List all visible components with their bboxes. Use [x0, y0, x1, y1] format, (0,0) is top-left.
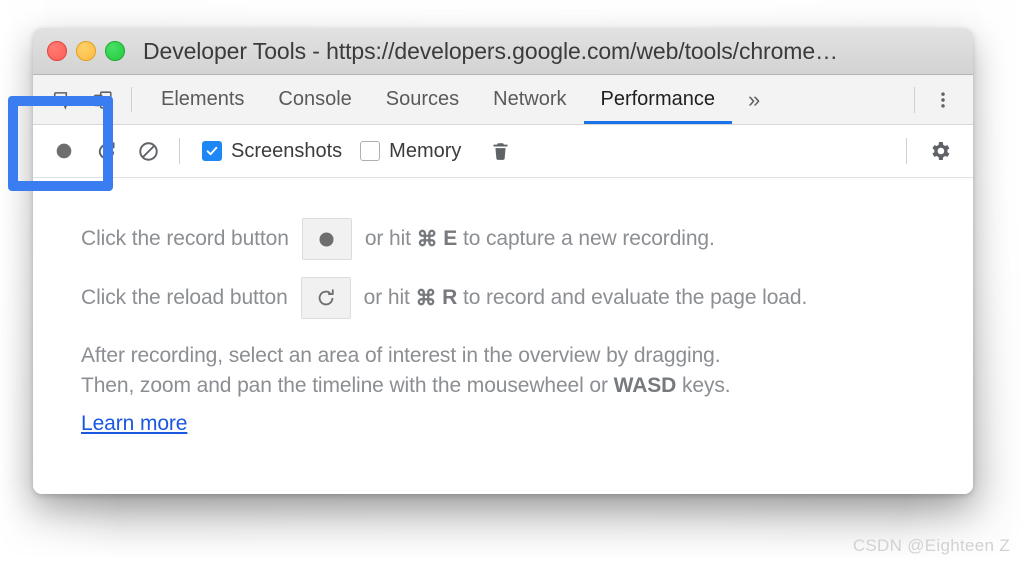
traffic-lights [47, 41, 125, 61]
reload-icon [98, 141, 115, 159]
overview-instructions: After recording, select an area of inter… [81, 341, 973, 438]
instructions-line-1: After recording, select an area of inter… [81, 344, 721, 367]
checkmark-icon [206, 146, 218, 156]
toolbar-left-group: Screenshots Memory [33, 132, 519, 170]
kebab-menu-icon[interactable] [929, 86, 957, 114]
clear-recording-button[interactable] [129, 132, 167, 170]
tab-sources[interactable]: Sources [369, 75, 476, 124]
performance-toolbar: Screenshots Memory [33, 125, 973, 178]
record-dot-icon [56, 143, 72, 159]
wasd-keys: WASD [613, 373, 677, 397]
memory-checkbox[interactable] [360, 141, 381, 161]
minimize-window-button[interactable] [76, 41, 96, 61]
tab-bar-left-icons [33, 75, 127, 124]
devtools-window: Developer Tools - https://developers.goo… [33, 28, 973, 494]
screenshots-checkbox-group[interactable]: Screenshots [202, 140, 342, 163]
screenshots-checkbox[interactable] [202, 141, 222, 161]
toolbar-divider [179, 138, 180, 164]
memory-label: Memory [389, 139, 462, 162]
device-toolbar-icon[interactable] [89, 86, 117, 114]
tab-performance[interactable]: Performance [583, 75, 733, 124]
reload-and-record-button[interactable] [87, 132, 125, 170]
gear-icon [932, 142, 950, 160]
tab-console[interactable]: Console [261, 75, 368, 124]
more-tabs-icon[interactable]: » [732, 75, 776, 124]
tab-bar-divider [131, 87, 132, 112]
record-hint-after-post: to capture a new recording. [457, 227, 715, 250]
trash-icon [493, 142, 508, 160]
tab-bar-right [914, 75, 973, 124]
inline-reload-button[interactable] [300, 277, 351, 319]
toolbar-right-group [906, 132, 973, 170]
instructions-line-2-b: keys. [676, 373, 731, 397]
record-hint-cmd-key: ⌘ [416, 227, 438, 251]
reload-hint-shortcut-key: R [442, 286, 458, 309]
window-title: Developer Tools - https://developers.goo… [143, 37, 838, 64]
watermark: CSDN @Eighteen Z [852, 536, 1010, 555]
no-entry-icon [138, 141, 158, 161]
reload-hint-before: Click the reload button [81, 286, 288, 309]
instructions-line-2-a: Then, zoom and pan the timeline with the… [81, 373, 614, 397]
title-bar: Developer Tools - https://developers.goo… [33, 28, 973, 75]
tab-list: Elements Console Sources Network Perform… [144, 75, 776, 124]
close-window-button[interactable] [47, 41, 67, 61]
inline-record-button[interactable] [301, 218, 352, 260]
learn-more-link[interactable]: Learn more [81, 409, 187, 439]
record-dot-icon [319, 232, 334, 246]
reload-hint-after-post: to record and evaluate the page load. [457, 286, 808, 309]
record-button[interactable] [45, 132, 83, 170]
inspect-element-icon[interactable] [49, 86, 77, 114]
toolbar-right-divider [906, 138, 907, 164]
reload-hint-cmd-key: ⌘ [415, 286, 437, 310]
reload-icon [318, 289, 334, 306]
capture-settings-button[interactable] [921, 132, 959, 170]
record-hint-after-pre: or hit [364, 227, 417, 250]
record-hint-before: Click the record button [81, 227, 289, 250]
maximize-window-button[interactable] [105, 41, 125, 61]
tab-network[interactable]: Network [476, 75, 583, 124]
reload-hint-after-pre: or hit [363, 286, 416, 309]
reload-hint-line: Click the reload button or hit ⌘ R to re… [81, 277, 973, 319]
memory-checkbox-group[interactable]: Memory [360, 140, 461, 163]
performance-empty-state-panel: Click the record button or hit ⌘ E to ca… [33, 178, 973, 494]
tab-bar-right-divider [914, 86, 915, 113]
record-hint-shortcut-key: E [443, 227, 458, 250]
record-hint-line: Click the record button or hit ⌘ E to ca… [81, 218, 973, 260]
tab-elements[interactable]: Elements [144, 75, 261, 124]
screenshots-label: Screenshots [231, 139, 343, 162]
instructions-line-2: Then, zoom and pan the timeline with the… [81, 371, 973, 401]
tab-bar: Elements Console Sources Network Perform… [33, 75, 973, 125]
collect-garbage-button[interactable] [481, 132, 519, 170]
